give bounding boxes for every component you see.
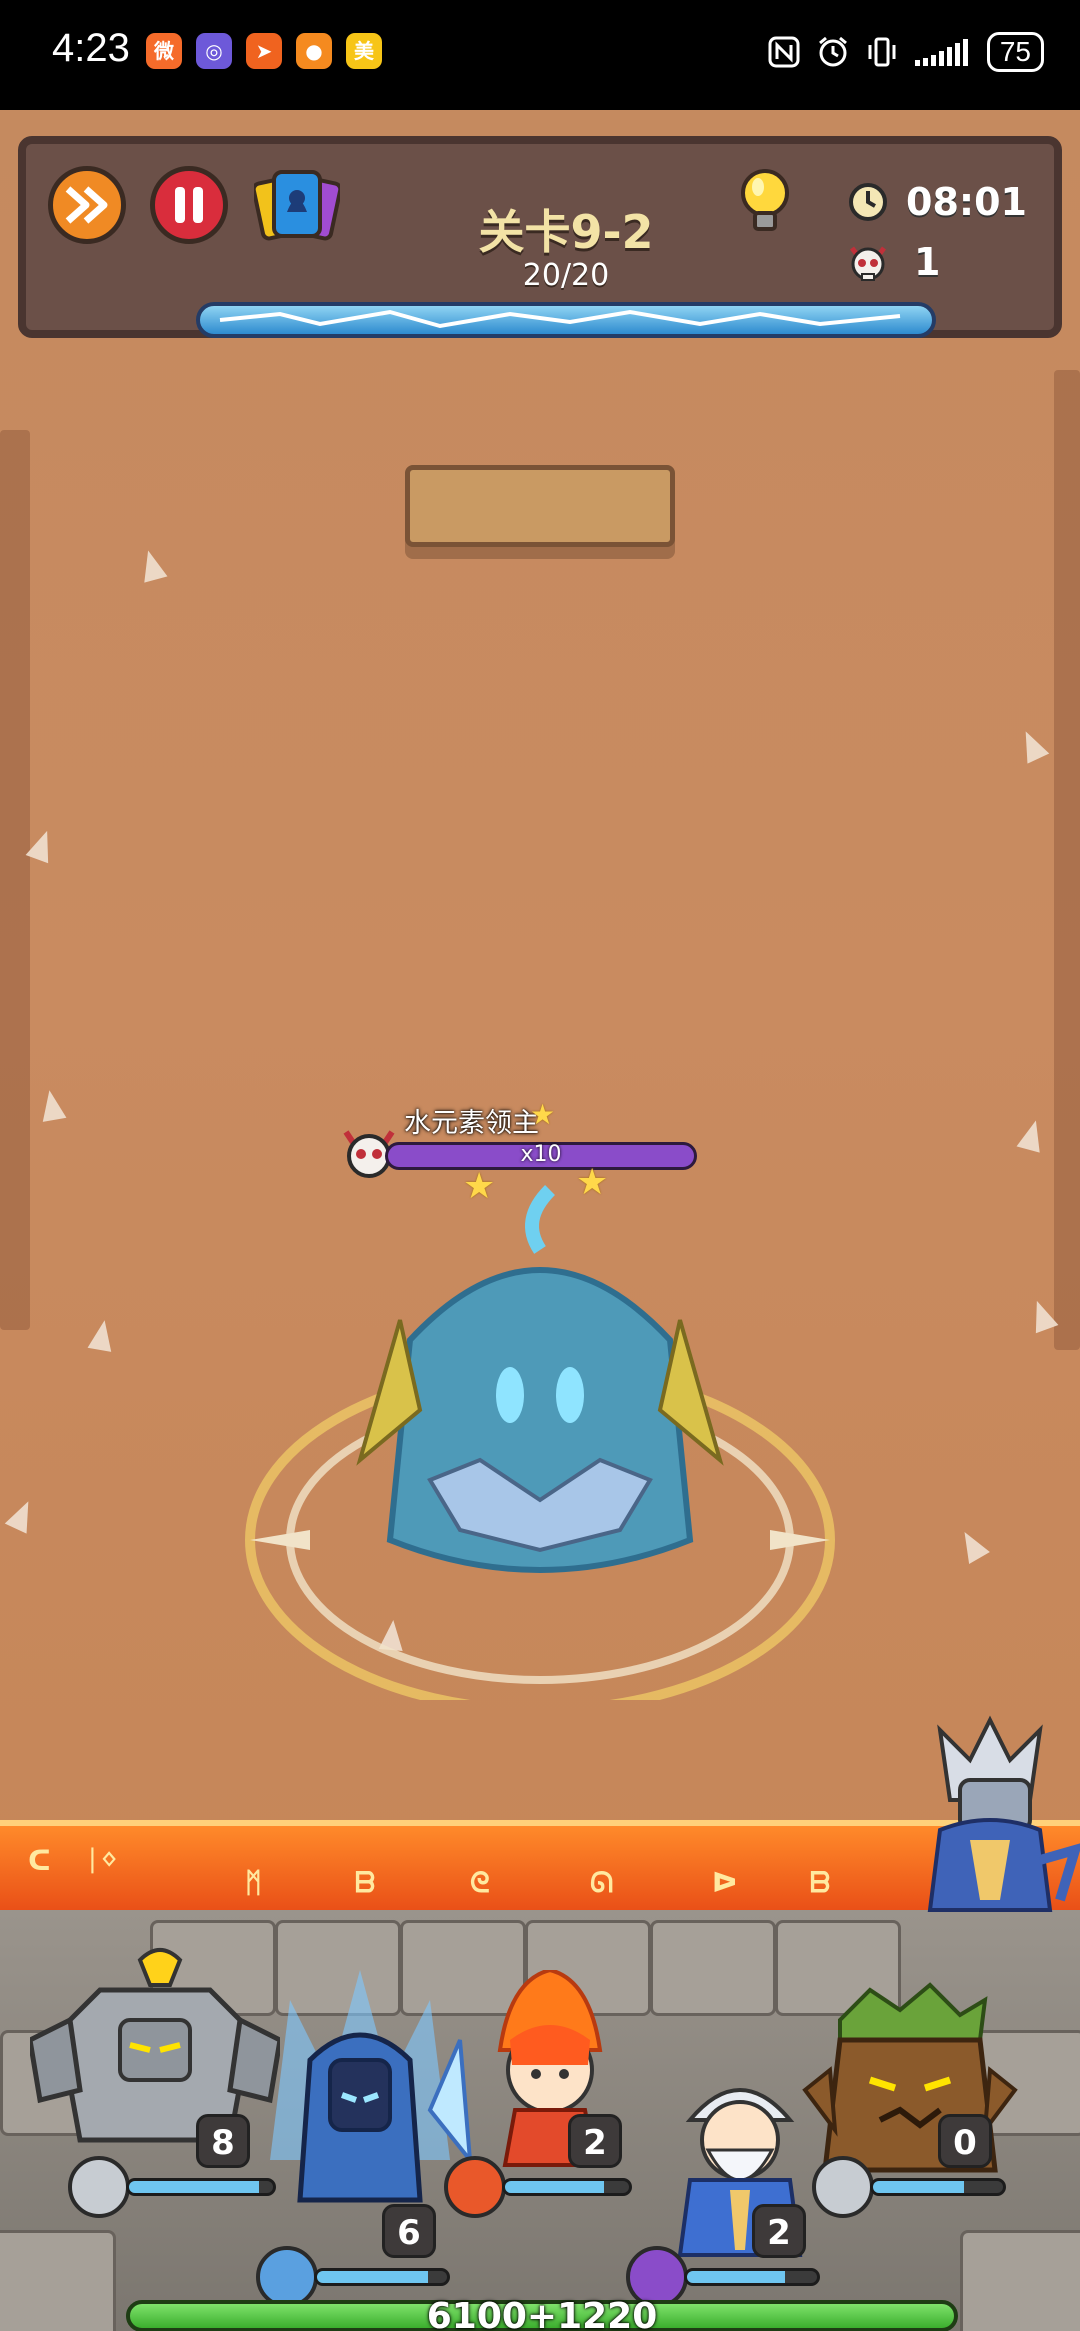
rune-glyph: ᗷ xyxy=(810,1866,831,1899)
boss-hp-bar: x10 xyxy=(385,1142,697,1170)
rock-spike xyxy=(87,1318,117,1352)
hero-level-badge: 2 xyxy=(752,2204,806,2258)
hero-hp-bar xyxy=(502,2178,632,2196)
lightning-effect xyxy=(219,309,901,329)
fast-forward-icon xyxy=(65,186,108,224)
wall-brick xyxy=(960,2230,1080,2331)
wall-brick xyxy=(0,2230,116,2331)
hero-hp-bar xyxy=(126,2178,276,2196)
team-power-bar: 6100+1220 xyxy=(126,2296,958,2331)
hero-hp-fill xyxy=(873,2181,964,2193)
status-bar: 4:23 微 ◎ ➤ ● 美 75 xyxy=(0,0,1080,110)
meituan-icon: 美 xyxy=(346,33,382,69)
card-deck-icon xyxy=(254,170,340,241)
rock-spike xyxy=(25,826,59,864)
battery-indicator: 75 xyxy=(986,32,1044,72)
wall-brick xyxy=(650,1920,776,2016)
app-orange-chat-icon: ● xyxy=(296,33,332,69)
hero-hp-bar xyxy=(684,2268,820,2286)
lightbulb-icon xyxy=(741,169,789,231)
level-title: 关卡9-2 xyxy=(478,205,654,259)
rune-glyph: ᘓ xyxy=(470,1866,490,1899)
pause-icon xyxy=(175,187,203,223)
hero-skill-icon[interactable] xyxy=(444,2156,506,2218)
water-elemental-boss[interactable] xyxy=(220,1180,860,1700)
cliff-left xyxy=(0,430,30,1330)
hero-skill-icon[interactable] xyxy=(68,2156,130,2218)
wave-counter: 20/20 xyxy=(522,258,610,293)
rune-glyph: ᗷ xyxy=(355,1866,376,1899)
hero-hp-fill xyxy=(687,2271,785,2283)
skull-icon xyxy=(850,246,886,281)
team-power-value: 6100+1220 xyxy=(426,2296,658,2331)
cliff-right xyxy=(1054,370,1080,1350)
hero-level-badge: 8 xyxy=(196,2114,250,2168)
hero-hp-fill xyxy=(317,2271,428,2283)
rock-spike xyxy=(954,1526,990,1564)
pause-button[interactable] xyxy=(150,166,228,244)
rock-spike xyxy=(1016,1117,1048,1153)
armored-dragon-enemy[interactable] xyxy=(900,1710,1080,1940)
rune-glyph: ᘏ xyxy=(590,1866,614,1899)
hero-hp-bar xyxy=(870,2178,1006,2196)
app-orange-send-icon: ➤ xyxy=(246,33,282,69)
hero-hp-fill xyxy=(505,2181,605,2193)
timer-icon xyxy=(849,183,887,221)
vibrate-icon xyxy=(868,37,896,67)
boss-star: ★ xyxy=(530,1098,556,1131)
rock-spike xyxy=(4,1496,40,1534)
boss-hp-multiplier: x10 xyxy=(520,1142,562,1167)
rock-spike xyxy=(37,1088,67,1122)
timer-value: 08:01 xyxy=(906,180,1027,224)
kill-count: 1 xyxy=(914,240,941,284)
card-deck-button[interactable] xyxy=(252,166,342,244)
status-right: 75 xyxy=(767,32,1044,72)
weibo-icon: 微 xyxy=(146,33,182,69)
hero-level-badge: 2 xyxy=(568,2114,622,2168)
hint-button[interactable] xyxy=(732,169,798,236)
hero-hp-fill xyxy=(129,2181,259,2193)
signal-icon xyxy=(914,39,968,66)
hero-skill-icon[interactable] xyxy=(812,2156,874,2218)
hud-panel: 关卡9-2 20/20 08:01 1 xyxy=(18,136,1062,338)
rune-glyph: ᑕ xyxy=(28,1844,51,1877)
rock-spike xyxy=(136,547,168,583)
rune-glyph: ᐅ xyxy=(712,1866,738,1899)
app-purple-icon: ◎ xyxy=(196,33,232,69)
alarm-icon xyxy=(818,36,847,67)
wave-progress-bar xyxy=(196,302,936,338)
hero-level-badge: 6 xyxy=(382,2204,436,2258)
game-field[interactable]: 关卡9-2 20/20 08:01 1 水元素领主 x10 ★ ★ ★ ᑕ ᛁᛜ… xyxy=(0,110,1080,2331)
boss-name: 水元素领主 xyxy=(404,1108,539,1139)
nfc-icon xyxy=(768,36,800,68)
hero-level-badge: 0 xyxy=(938,2114,992,2168)
speed-up-button[interactable] xyxy=(48,166,126,244)
wooden-sign xyxy=(405,465,675,547)
rune-glyph: ᛗ xyxy=(245,1866,262,1899)
hero-hp-bar xyxy=(314,2268,450,2286)
status-time: 4:23 xyxy=(52,26,130,70)
rock-spike xyxy=(1014,726,1050,764)
rune-glyph: ᛁᛜ xyxy=(84,1844,118,1877)
